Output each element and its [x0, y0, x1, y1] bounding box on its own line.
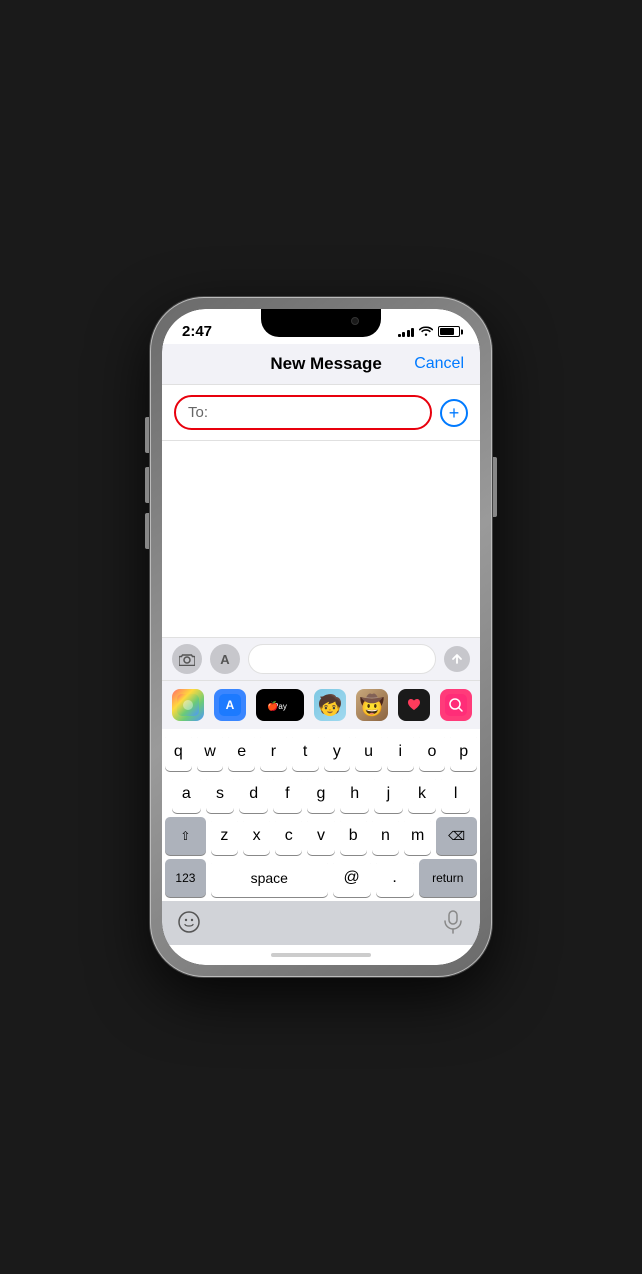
key-k[interactable]: k [408, 775, 437, 813]
key-m[interactable]: m [404, 817, 431, 855]
battery-icon [438, 326, 460, 337]
keyboard-bottom-row [162, 901, 480, 945]
period-key[interactable]: . [376, 859, 414, 897]
key-w[interactable]: w [197, 733, 224, 771]
to-field-wrapper: To: [174, 395, 432, 430]
app-icons-row: A Pay 🍎 🧒 🤠 [162, 680, 480, 729]
phone-inner: 2:47 [162, 309, 480, 965]
key-g[interactable]: g [307, 775, 336, 813]
to-field-container: To: + [162, 385, 480, 441]
svg-text:A: A [226, 698, 235, 712]
key-c[interactable]: c [275, 817, 302, 855]
emoji-button[interactable] [174, 907, 204, 937]
screen: 2:47 [162, 309, 480, 965]
key-p[interactable]: p [450, 733, 477, 771]
key-f[interactable]: f [273, 775, 302, 813]
key-i[interactable]: i [387, 733, 414, 771]
wifi-icon [419, 325, 433, 339]
message-input-bar[interactable] [248, 644, 436, 674]
svg-text:🍎: 🍎 [267, 700, 278, 711]
key-o[interactable]: o [419, 733, 446, 771]
camera-dot [351, 317, 359, 325]
key-h[interactable]: h [340, 775, 369, 813]
to-label: To: [188, 404, 208, 421]
mic-button[interactable] [438, 907, 468, 937]
key-v[interactable]: v [307, 817, 334, 855]
keyboard-row-4: 123 space @ . return [162, 855, 480, 901]
key-a[interactable]: a [172, 775, 201, 813]
applepay-icon[interactable]: Pay 🍎 [256, 689, 304, 721]
key-q[interactable]: q [165, 733, 192, 771]
return-key[interactable]: return [419, 859, 477, 897]
keyboard-row-1: q w e r t y u i o p [162, 729, 480, 771]
shift-key[interactable]: ⇧ [165, 817, 206, 855]
at-key[interactable]: @ [333, 859, 371, 897]
recipient-input[interactable] [212, 404, 418, 421]
signal-icon [398, 326, 415, 337]
heart-icon[interactable] [398, 689, 430, 721]
key-j[interactable]: j [374, 775, 403, 813]
memoji2-icon[interactable]: 🤠 [356, 689, 388, 721]
message-toolbar: A [162, 637, 480, 680]
keyboard-row-2: a s d f g h j k l [162, 771, 480, 813]
key-t[interactable]: t [292, 733, 319, 771]
message-area[interactable] [162, 441, 480, 637]
key-e[interactable]: e [228, 733, 255, 771]
key-u[interactable]: u [355, 733, 382, 771]
key-x[interactable]: x [243, 817, 270, 855]
space-key[interactable]: space [211, 859, 328, 897]
numbers-key[interactable]: 123 [165, 859, 206, 897]
add-recipient-button[interactable]: + [440, 399, 468, 427]
send-button[interactable] [444, 646, 470, 672]
cancel-button[interactable]: Cancel [414, 355, 464, 373]
notch [261, 309, 381, 337]
key-d[interactable]: d [239, 775, 268, 813]
search-globe-icon[interactable] [440, 689, 472, 721]
key-z[interactable]: z [211, 817, 238, 855]
key-r[interactable]: r [260, 733, 287, 771]
status-time: 2:47 [182, 323, 212, 340]
apps-button[interactable]: A [210, 644, 240, 674]
keyboard-row-3: ⇧ z x c v b n m ⌫ [162, 813, 480, 855]
key-y[interactable]: y [324, 733, 351, 771]
appstore-icon[interactable]: A [214, 689, 246, 721]
memoji1-icon[interactable]: 🧒 [314, 689, 346, 721]
status-icons [398, 325, 461, 339]
delete-key[interactable]: ⌫ [436, 817, 477, 855]
key-s[interactable]: s [206, 775, 235, 813]
phone-frame: 2:47 [150, 297, 492, 977]
home-bar [271, 953, 371, 957]
nav-title: New Message [270, 354, 382, 374]
photos-icon[interactable] [172, 689, 204, 721]
home-indicator [162, 945, 480, 965]
key-b[interactable]: b [340, 817, 367, 855]
key-l[interactable]: l [441, 775, 470, 813]
camera-button[interactable] [172, 644, 202, 674]
nav-bar: New Message Cancel [162, 344, 480, 385]
key-n[interactable]: n [372, 817, 399, 855]
